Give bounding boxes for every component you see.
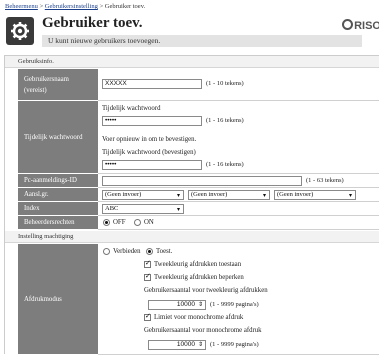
pc-login-id-input[interactable] (102, 176, 302, 186)
spinner-arrows-icon[interactable]: ⇕ (198, 301, 203, 309)
pc-login-id-hint: (1 - 63 tekens) (306, 177, 344, 184)
temp-password-hint: (1 - 16 tekens) (206, 117, 244, 124)
breadcrumb-admin-menu-link[interactable]: Beheermenu (5, 3, 38, 10)
group-select-2[interactable]: (Geen invoer) ▾ (188, 190, 270, 200)
chevron-down-icon: ▾ (262, 193, 266, 199)
form-container: Gebruiksinfo. Gebruikersnaam (vereist) X… (4, 55, 379, 355)
username-hint: (1 - 10 tekens) (206, 80, 244, 87)
section-privileges: Instelling machtiging (5, 231, 379, 243)
temp-password-confirm-label: Tijdelijk wachtwoord (bevestigen) (102, 149, 196, 156)
pc-login-id-label: Pc-aanmeldings-ID (18, 174, 98, 188)
color-limit-checkbox[interactable] (144, 272, 151, 281)
color-count-input[interactable]: 10000 ⇕ (148, 300, 206, 310)
temp-password-input[interactable]: ••••• (102, 116, 202, 126)
groups-label: Aansl.gr. (18, 188, 98, 202)
color-count-label: Gebruikersaantal voor tweekleurig afdruk… (144, 287, 268, 294)
print-mode-cell: Verbieden Toest. Tweekleurig afdrukken t… (98, 244, 379, 355)
breadcrumb-user-settings-link[interactable]: Gebruikersinstelling (45, 3, 98, 10)
breadcrumb-separator: > (39, 3, 44, 10)
color-count-hint: (1 - 9999 pagina's) (210, 301, 259, 308)
username-cell: XXXXX (1 - 10 tekens) (98, 69, 379, 101)
temp-password-confirm-input[interactable]: ••••• (102, 160, 202, 170)
user-settings-icon (6, 17, 34, 45)
breadcrumb-current: Gebruiker toev. (104, 3, 146, 10)
page-title: Gebruiker toev. (42, 15, 143, 31)
chevron-down-icon: ▾ (348, 193, 352, 199)
mono-count-input[interactable]: 10000 ⇕ (148, 340, 206, 350)
admin-rights-cell: OFF ON (98, 216, 379, 230)
color-allow-label: Tweekleurig afdrukken toestaan (154, 261, 242, 268)
temp-password-confirm-hint: (1 - 16 tekens) (206, 161, 244, 168)
print-allow-radio[interactable] (146, 248, 153, 255)
required-marker: (vereist) (24, 86, 47, 94)
section-user-info: Gebruiksinfo. (5, 56, 379, 68)
print-mode-label: Afdrukmodus (18, 244, 98, 355)
mono-count-label: Gebruikersaantal voor monochrome afdruk (144, 327, 262, 334)
color-allow-checkbox[interactable] (144, 259, 151, 268)
temp-password-cell: Tijdelijk wachtwoord ••••• (1 - 16 teken… (98, 101, 379, 174)
index-cell: ABC ▾ (98, 202, 379, 216)
index-label: Index (18, 202, 98, 216)
print-deny-radio[interactable] (103, 248, 110, 255)
mono-limit-checkbox[interactable] (144, 312, 151, 321)
temp-password-label: Tijdelijk wachtwoord (18, 101, 98, 174)
username-label: Gebruikersnaam (vereist) (18, 69, 98, 101)
breadcrumb-separator: > (99, 3, 104, 10)
admin-rights-label: Beheerdersrechten (18, 216, 98, 230)
page-subtitle: U kunt nieuwe gebruikers toevoegen. (42, 35, 362, 47)
username-input[interactable]: XXXXX (102, 79, 202, 89)
group-select-1[interactable]: (Geen invoer) ▾ (102, 190, 184, 200)
brand-logo-icon (342, 19, 354, 30)
page-header: Gebruiker toev. U kunt nieuwe gebruikers… (4, 14, 379, 49)
admin-off-label: OFF (113, 219, 126, 226)
chevron-down-icon: ▾ (176, 207, 180, 213)
admin-on-label: ON (144, 219, 154, 226)
chevron-down-icon: ▾ (176, 193, 180, 199)
group-select-3[interactable]: (Geen invoer) ▾ (274, 190, 356, 200)
breadcrumb: Beheermenu > Gebruikersinstelling > Gebr… (5, 3, 145, 10)
mono-count-hint: (1 - 9999 pagina's) (210, 341, 259, 348)
pc-login-id-cell: (1 - 63 tekens) (98, 174, 379, 188)
brand-logo: RISO (342, 19, 379, 32)
spinner-arrows-icon[interactable]: ⇕ (198, 341, 203, 349)
index-select[interactable]: ABC ▾ (102, 204, 184, 214)
print-deny-label: Verbieden (113, 248, 141, 255)
admin-on-radio[interactable] (134, 219, 141, 226)
print-allow-label: Toest. (156, 248, 173, 255)
mono-limit-label: Limiet voor monochrome afdruk (154, 314, 244, 321)
confirm-note: Voer opnieuw in om te bevestigen. (102, 136, 197, 143)
groups-cell: (Geen invoer) ▾ (Geen invoer) ▾ (Geen invo… (98, 188, 379, 202)
temp-password-field-label: Tijdelijk wachtwoord (102, 105, 161, 112)
color-limit-label: Tweekleurig afdrukken beperken (154, 274, 244, 281)
admin-off-radio[interactable] (103, 219, 110, 226)
